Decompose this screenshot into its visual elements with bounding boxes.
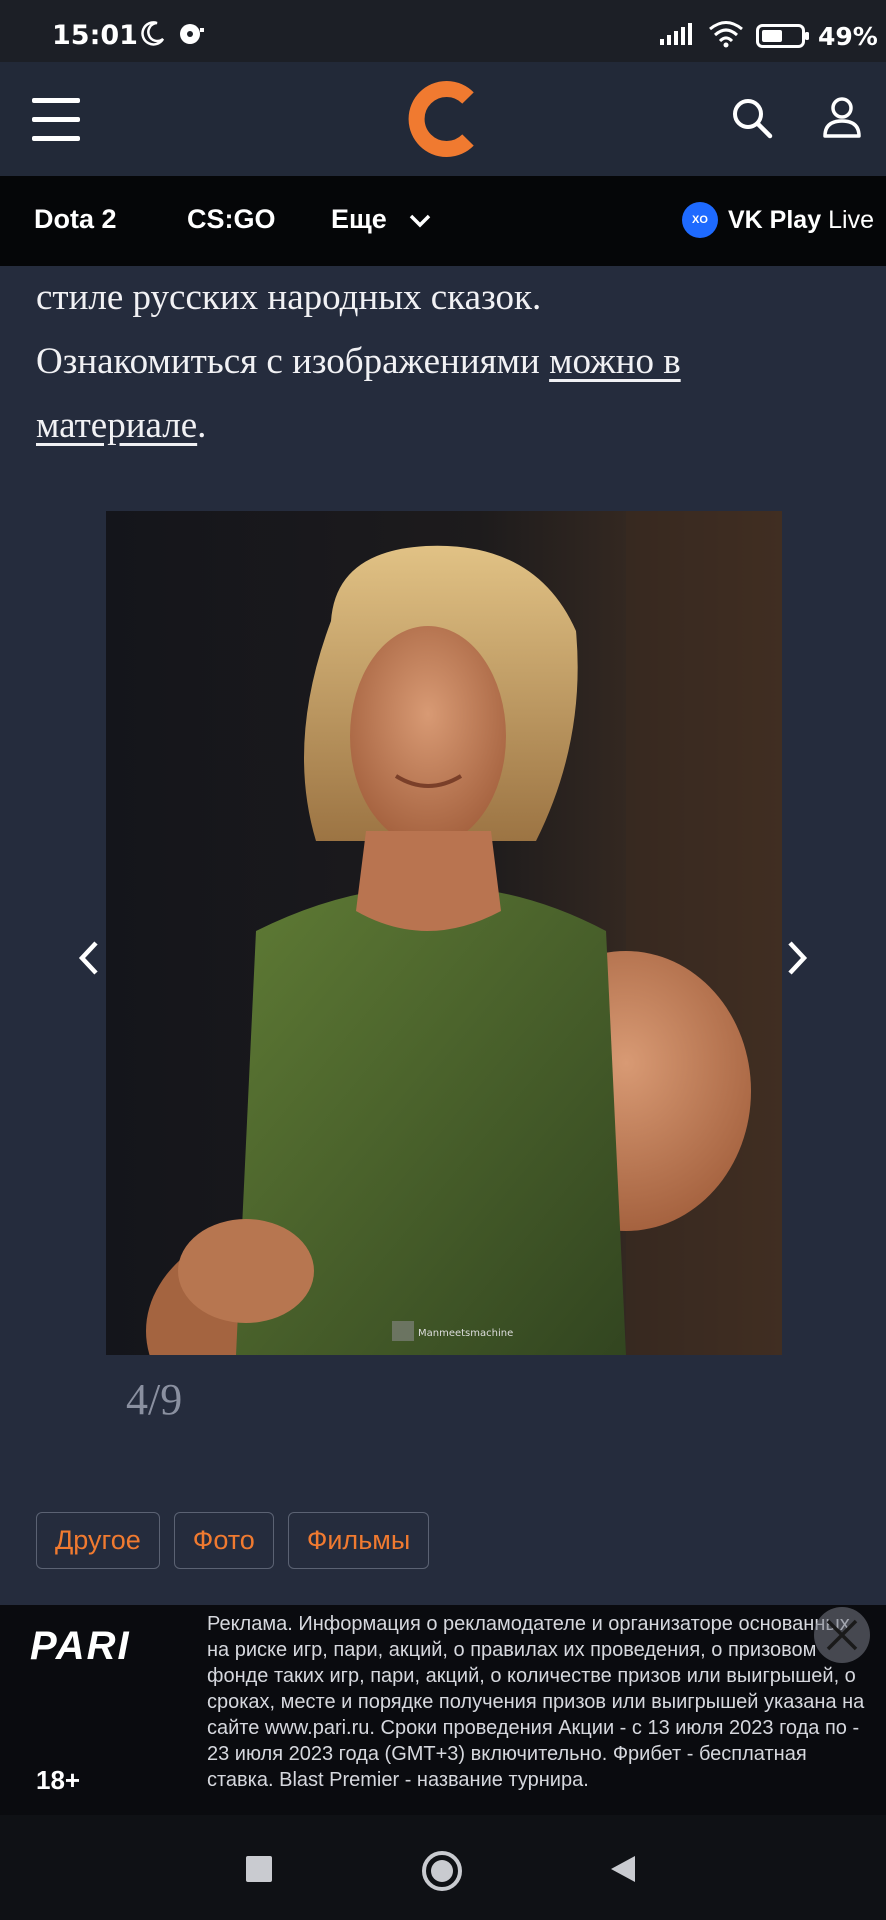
cybersport-logo[interactable] — [406, 80, 480, 158]
recents-button[interactable] — [246, 1856, 272, 1882]
home-button[interactable] — [420, 1849, 464, 1893]
image-watermark: Manmeetsmachine — [418, 1328, 513, 1339]
gallery-counter: 4/9 — [126, 1375, 183, 1424]
vk-play-live-suffix: Live — [828, 205, 874, 234]
ad-banner[interactable]: PARI 18+ Реклама. Информация о рекламода… — [0, 1605, 886, 1815]
chevron-down-icon — [410, 214, 431, 228]
vk-play-name: VK Play — [728, 205, 822, 234]
vk-play-label: VK Play Live — [728, 206, 874, 235]
nav-item-more-label: Еще — [331, 204, 387, 234]
tag-movies[interactable]: Фильмы — [287, 1512, 430, 1569]
vk-play-live-link[interactable]: XO VK Play Live — [682, 202, 874, 238]
user-icon[interactable] — [822, 96, 862, 140]
back-button[interactable] — [608, 1853, 638, 1885]
status-time: 15:01 — [52, 20, 138, 51]
chevron-right-icon[interactable] — [786, 940, 808, 976]
tag-photo[interactable]: Фото — [173, 1512, 274, 1569]
article-body: стиле русских народных сказок. Ознакомит… — [36, 266, 836, 458]
category-nav: Dota 2 CS:GO Еще XO VK Play Live — [0, 176, 886, 266]
tag-list: Другое Фото Фильмы — [36, 1512, 430, 1569]
article-line: стиле русских народных сказок. — [36, 277, 542, 318]
status-bar: 15:01 49% — [0, 0, 886, 62]
system-nav-bar — [0, 1815, 886, 1920]
nav-item-dota2[interactable]: Dota 2 — [34, 204, 117, 235]
site-header — [0, 62, 886, 176]
tag-other[interactable]: Другое — [36, 1512, 160, 1569]
pari-logo: PARI — [30, 1625, 131, 1667]
nav-item-csgo[interactable]: CS:GO — [187, 204, 276, 235]
article-period: . — [197, 405, 207, 446]
article-text: Ознакомиться с изображениями — [36, 341, 550, 382]
age-rating: 18+ — [36, 1765, 81, 1795]
pari-logo-text: PARI — [30, 1625, 131, 1667]
close-ad-button[interactable] — [814, 1607, 870, 1663]
ad-disclaimer: Реклама. Информация о рекламодателе и ор… — [207, 1613, 865, 1791]
article-line: Ознакомиться с изображениями можно в мат… — [36, 330, 836, 458]
gallery-photo: Manmeetsmachine — [106, 511, 782, 1355]
recording-icon — [180, 24, 204, 44]
vk-play-icon: XO — [682, 202, 718, 238]
nav-item-more[interactable]: Еще — [331, 204, 432, 235]
close-icon — [826, 1619, 858, 1651]
search-icon[interactable] — [730, 96, 774, 140]
battery-icon — [756, 24, 809, 48]
hamburger-menu-icon[interactable] — [32, 98, 80, 142]
battery-percent: 49% — [818, 22, 878, 51]
wifi-icon — [709, 21, 743, 48]
chevron-left-icon[interactable] — [78, 940, 100, 976]
signal-icon — [660, 23, 692, 45]
moon-icon — [141, 21, 165, 46]
gallery-image[interactable]: Manmeetsmachine — [106, 511, 782, 1355]
